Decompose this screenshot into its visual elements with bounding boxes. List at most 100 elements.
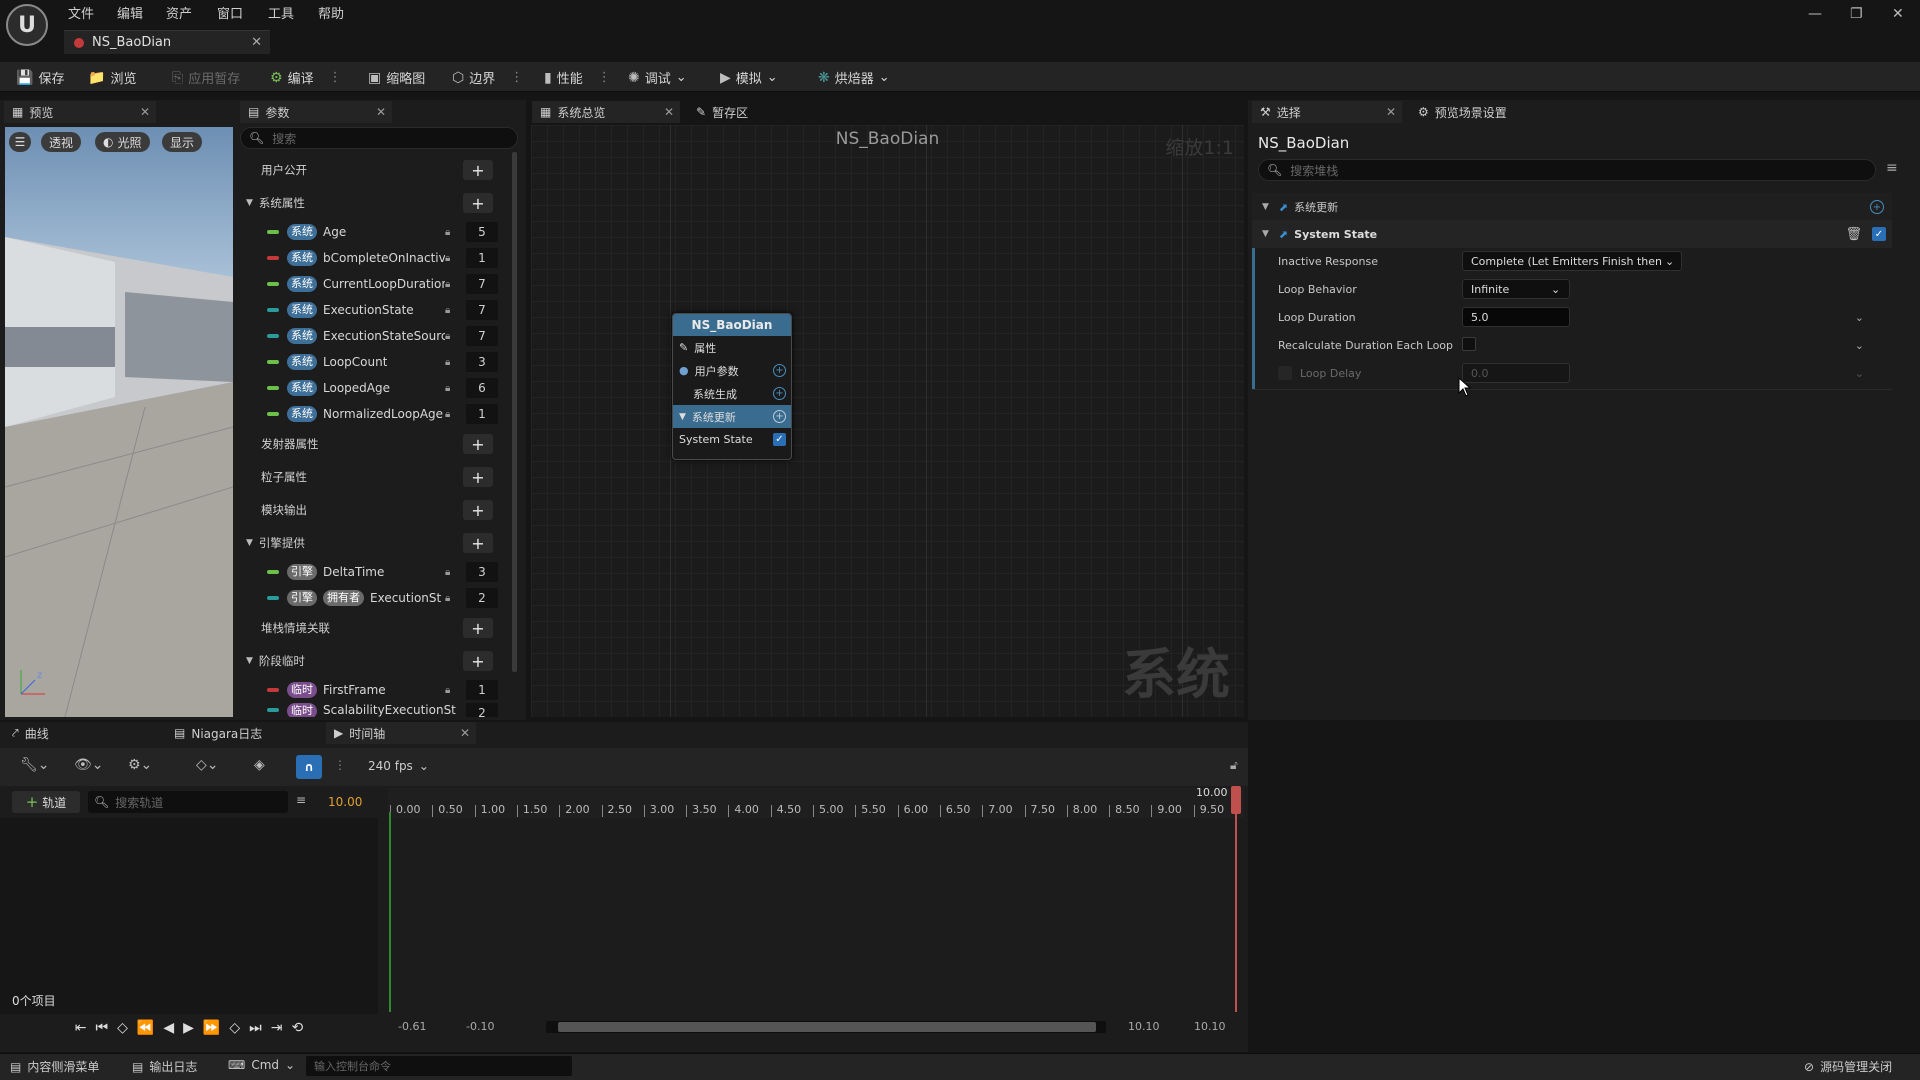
lit-button[interactable]: ◐ 光照 (95, 132, 150, 152)
curves-tab[interactable]: ⤤ 曲线 (4, 722, 154, 744)
console-command-input[interactable]: 输入控制台命令 (306, 1056, 572, 1076)
node-row-system-update[interactable]: ▼ 系统更新 + (673, 405, 791, 428)
add-icon[interactable]: + (463, 500, 493, 520)
minimize-icon[interactable]: — (1808, 6, 1822, 22)
param-row[interactable]: 系统 ExecutionState 🔒︎ 7 (238, 297, 503, 323)
section-module-output[interactable]: 模块输出 + (238, 497, 503, 523)
section-user-exposed[interactable]: 用户公开 + (238, 157, 503, 183)
scratch-pad-tab[interactable]: ✎ 暂存区 (688, 101, 808, 123)
close-icon[interactable]: ✕ (140, 105, 150, 119)
eye-icon[interactable]: 👁︎⌄ (74, 758, 104, 772)
time-scrollbar-thumb[interactable] (558, 1022, 1096, 1032)
play-start-field[interactable]: -0.10 (466, 1020, 494, 1033)
chevron-down-icon[interactable]: ▼ (1262, 202, 1269, 212)
play-icon[interactable]: ▶ (183, 1020, 194, 1036)
param-row[interactable]: 临时 ScalabilityExecutionSt 2 (238, 703, 503, 717)
close-tab-icon[interactable]: ✕ (251, 35, 262, 50)
jump-to-start-icon[interactable]: ⏮ (96, 1020, 109, 1036)
bounds-button[interactable]: ⬡ 边界 ⋮ (452, 68, 523, 87)
param-row[interactable]: 系统 bCompleteOnInactive 🔒︎ 1 (238, 245, 503, 271)
loop-delay-enable-checkbox[interactable] (1278, 366, 1292, 380)
timeline-tab[interactable]: ▶ 时间轴 ✕ (326, 722, 476, 744)
add-circle-icon[interactable]: + (773, 387, 786, 400)
preview-viewport[interactable]: ☰ 透视 ◐ 光照 显示 z (5, 127, 233, 717)
niagara-log-tab[interactable]: ▤ Niagara日志 (166, 722, 316, 744)
step-forward-icon[interactable]: ⏩ (203, 1020, 220, 1036)
close-window-icon[interactable]: ✕ (1892, 6, 1904, 22)
previous-key-icon[interactable]: ◇ (117, 1020, 128, 1036)
node-row-attributes[interactable]: ✎ 属性 (673, 336, 791, 359)
param-row[interactable]: 系统 LoopedAge 🔒︎ 6 (238, 375, 503, 401)
chevron-down-icon[interactable]: ⌄ (1855, 339, 1864, 352)
menu-edit[interactable]: 编辑 (117, 3, 143, 22)
add-icon[interactable]: + (463, 618, 493, 638)
filter-icon[interactable]: ≡ (1886, 160, 1898, 176)
add-icon[interactable]: + (463, 467, 493, 487)
params-search-input[interactable]: 🔍︎ 搜索 (240, 127, 518, 149)
bounds-options-icon[interactable]: ⋮ (510, 70, 523, 85)
section-stack-context[interactable]: 堆栈情境关联 + (238, 615, 503, 641)
parameters-tab[interactable]: ▤ 参数 ✕ (240, 101, 392, 123)
loop-duration-input[interactable]: 5.0 (1462, 307, 1570, 327)
module-system-state[interactable]: ▼ ⬈ System State 🗑︎ ✓ (1252, 220, 1892, 248)
wrench-icon[interactable]: 🔧︎⌄ (20, 758, 50, 772)
menu-help[interactable]: 帮助 (318, 3, 344, 22)
enabled-checkbox[interactable]: ✓ (773, 433, 786, 446)
menu-tools[interactable]: 工具 (268, 3, 294, 22)
chevron-down-icon[interactable]: ▼ (246, 538, 253, 548)
add-icon[interactable]: + (463, 193, 493, 213)
jump-to-end-icon[interactable]: ⏭ (249, 1020, 262, 1036)
close-icon[interactable]: ✕ (460, 726, 470, 740)
cmd-dropdown[interactable]: ⌨ Cmd ⌄ (228, 1058, 295, 1072)
param-row[interactable]: 引擎 拥有者 ExecutionSt 🔒︎ 2 (238, 585, 503, 611)
chevron-down-icon[interactable]: ▼ (1262, 229, 1269, 239)
chevron-down-icon[interactable]: ⌄ (1855, 311, 1864, 324)
param-row[interactable]: 系统 CurrentLoopDuration 🔒︎ 7 (238, 271, 503, 297)
apply-button[interactable]: ⎘ 应用暂存 (172, 68, 240, 88)
lock-icon[interactable]: 🔓︎ (1230, 758, 1238, 773)
snap-magnet-icon[interactable]: ∩ (296, 755, 322, 779)
key-icon[interactable]: ◇⌄ (196, 758, 219, 772)
unreal-logo-icon[interactable]: U (6, 4, 48, 46)
param-row[interactable]: 临时 FirstFrame 🔒︎ 1 (238, 677, 503, 703)
system-overview-tab[interactable]: ▦ 系统总览 ✕ (532, 101, 680, 123)
section-engine-provided[interactable]: ▼ 引擎提供 + (238, 530, 503, 556)
source-control-button[interactable]: ⊘ 源码管理关闭 (1804, 1058, 1892, 1075)
current-time-field[interactable]: 10.00 (328, 795, 362, 809)
loop-behavior-dropdown[interactable]: Infinite ⌄ (1462, 279, 1570, 299)
recalculate-checkbox[interactable] (1462, 337, 1476, 351)
add-icon[interactable]: + (463, 533, 493, 553)
menu-asset[interactable]: 资产 (166, 3, 192, 22)
add-circle-icon[interactable]: + (773, 410, 786, 423)
module-enabled-checkbox[interactable]: ✓ (1872, 227, 1886, 241)
chevron-down-icon[interactable]: ▼ (246, 198, 253, 208)
close-icon[interactable]: ✕ (664, 105, 674, 119)
menu-window[interactable]: 窗口 (217, 3, 243, 22)
next-key-icon[interactable]: ◇ (229, 1020, 240, 1036)
param-row[interactable]: 系统 LoopCount 🔒︎ 3 (238, 349, 503, 375)
add-icon[interactable]: + (463, 651, 493, 671)
restore-icon[interactable]: ❐ (1850, 6, 1863, 22)
param-row[interactable]: 引擎 DeltaTime 🔒︎ 3 (238, 559, 503, 585)
add-icon[interactable]: + (463, 434, 493, 454)
viewport-menu-button[interactable]: ☰ (9, 132, 31, 152)
stack-search-input[interactable]: 🔍︎ 搜索堆栈 (1258, 159, 1876, 181)
playhead-handle[interactable] (1231, 786, 1241, 814)
track-search-input[interactable]: 🔍︎ 搜索轨道 (88, 791, 288, 813)
loop-delay-input[interactable]: 0.0 (1462, 363, 1570, 383)
performance-options-icon[interactable]: ⋮ (598, 70, 611, 85)
preview-tab[interactable]: ▦ 预览 ✕ (4, 101, 156, 123)
perspective-button[interactable]: 透视 (41, 132, 82, 152)
view-end-field[interactable]: 10.10 (1194, 1020, 1226, 1033)
close-icon[interactable]: ✕ (1386, 105, 1396, 119)
output-log-button[interactable]: ▤ 输出日志 (132, 1058, 197, 1075)
section-emitter-attributes[interactable]: 发射器属性 + (238, 431, 503, 457)
add-icon[interactable]: + (463, 160, 493, 180)
param-row[interactable]: 系统 Age 🔒︎ 5 (238, 219, 503, 245)
param-row[interactable]: 系统 ExecutionStateSourc 🔒︎ 7 (238, 323, 503, 349)
view-start-field[interactable]: -0.61 (398, 1020, 426, 1033)
set-end-icon[interactable]: ⇥ (271, 1020, 283, 1036)
chevron-down-icon[interactable]: ▼ (246, 656, 253, 666)
show-button[interactable]: 显示 (162, 132, 203, 152)
snap-options-icon[interactable]: ⋮ (334, 758, 346, 772)
